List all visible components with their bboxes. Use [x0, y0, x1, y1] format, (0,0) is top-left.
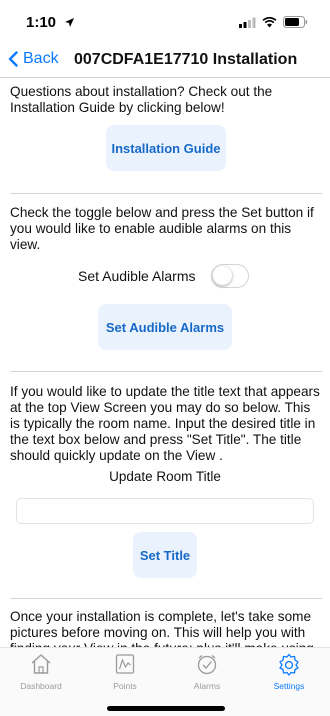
audible-alarms-text: Check the toggle below and press the Set… — [10, 205, 314, 252]
gear-icon — [279, 653, 299, 676]
status-bar: 1:10 — [0, 0, 330, 44]
wifi-icon — [262, 16, 277, 27]
chevron-left-icon — [8, 51, 18, 67]
page-title: 007CDFA1E17710 Installation — [74, 51, 298, 68]
tab-label: Dashboard — [20, 681, 62, 691]
installation-guide-section: Questions about installation? Check out … — [0, 78, 330, 193]
audible-alarms-label: Set Audible Alarms — [78, 268, 196, 284]
status-time: 1:10 — [26, 14, 57, 31]
tab-alarms[interactable]: Alarms — [172, 652, 242, 691]
room-title-text: If you would like to update the title te… — [10, 384, 320, 463]
update-room-title-label: Update Room Title — [109, 469, 221, 484]
pictures-text: Once your installation is complete, let'… — [10, 609, 314, 648]
home-indicator — [107, 706, 225, 711]
tab-points[interactable]: Points — [90, 652, 160, 691]
back-button[interactable]: Back — [8, 50, 59, 68]
chart-icon — [115, 654, 135, 674]
tab-label: Points — [113, 681, 137, 691]
set-title-button[interactable]: Set Title — [133, 532, 197, 578]
house-icon — [31, 654, 51, 674]
back-label: Back — [23, 50, 59, 67]
audible-alarms-section: Check the toggle below and press the Set… — [0, 194, 330, 371]
tab-label: Settings — [273, 681, 305, 691]
toggle-knob — [213, 266, 232, 285]
pictures-section: Once your installation is complete, let'… — [0, 599, 330, 648]
navigation-bar: Back 007CDFA1E17710 Installation — [0, 44, 330, 78]
battery-icon — [283, 16, 308, 28]
installation-guide-button[interactable]: Installation Guide — [106, 125, 226, 171]
tab-label: Alarms — [193, 681, 221, 691]
tab-dashboard[interactable]: Dashboard — [6, 652, 76, 691]
room-title-section: If you would like to update the title te… — [0, 372, 330, 598]
cellular-signal-icon — [239, 17, 256, 28]
tab-settings[interactable]: Settings — [254, 652, 324, 691]
settings-content[interactable]: Questions about installation? Check out … — [0, 78, 330, 648]
room-title-input[interactable] — [16, 498, 314, 524]
location-arrow-icon — [65, 18, 74, 27]
set-audible-alarms-button[interactable]: Set Audible Alarms — [98, 304, 232, 350]
alarm-check-icon — [197, 655, 217, 675]
status-icons — [239, 16, 308, 28]
audible-alarms-toggle[interactable] — [211, 264, 249, 288]
installation-guide-text: Questions about installation? Check out … — [10, 84, 273, 115]
